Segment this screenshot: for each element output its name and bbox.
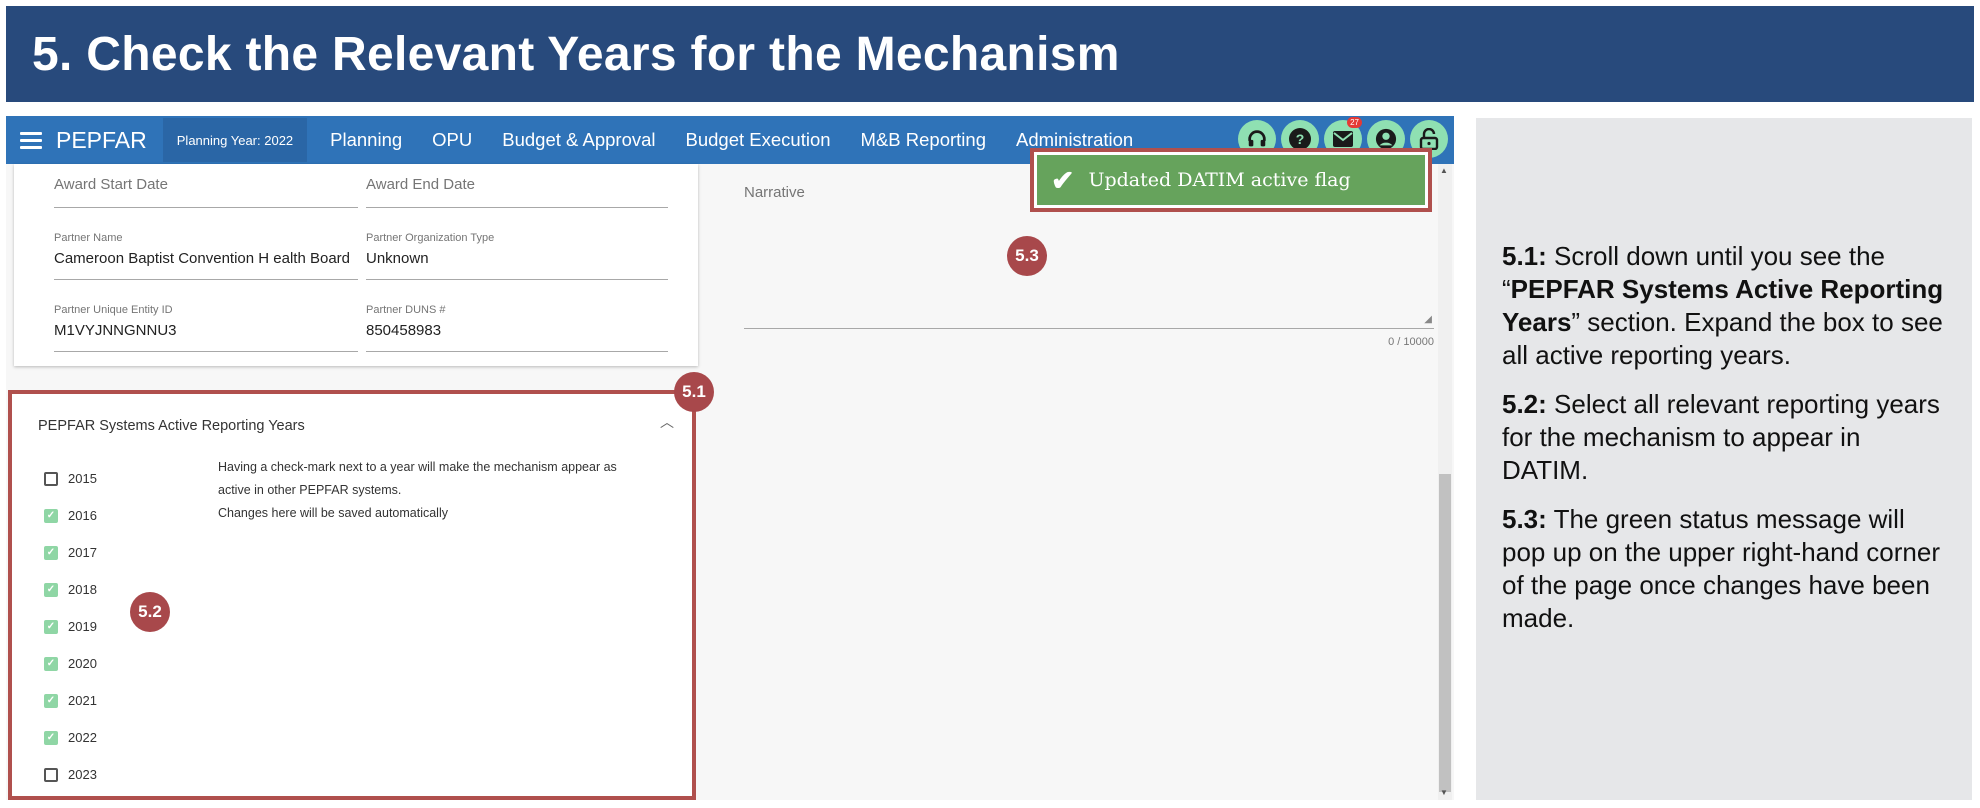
callout-marker-5-2: 5.2 xyxy=(130,592,170,632)
partner-org-type-field[interactable]: Partner Organization Type Unknown xyxy=(366,228,668,280)
nav-item-budget-execution[interactable]: Budget Execution xyxy=(671,129,846,151)
active-reporting-years-section: PEPFAR Systems Active Reporting Years ︿ … xyxy=(8,390,696,800)
instructions-panel: 5.1: Scroll down until you see the “PEPF… xyxy=(1476,118,1972,800)
narrative-label: Narrative xyxy=(744,184,805,201)
toast-message: Updated DATIM active flag xyxy=(1088,169,1351,191)
section-title[interactable]: PEPFAR Systems Active Reporting Years xyxy=(38,418,305,434)
nav-item-planning[interactable]: Planning xyxy=(315,129,417,151)
brand-logo[interactable]: PEPFAR xyxy=(56,127,147,154)
checkbox-checked-icon[interactable]: ✓ xyxy=(44,656,58,671)
nav-item-budget-approval[interactable]: Budget & Approval xyxy=(487,129,670,151)
checkbox-checked-icon[interactable]: ✓ xyxy=(44,545,58,560)
chevron-up-icon[interactable]: ︿ xyxy=(660,412,674,432)
checkbox-checked-icon[interactable]: ✓ xyxy=(44,619,58,634)
checkbox-checked-icon[interactable]: ✓ xyxy=(44,730,58,745)
scroll-up-icon[interactable]: ▲ xyxy=(1440,166,1448,175)
checkbox-icon[interactable] xyxy=(44,471,58,486)
narrative-underline xyxy=(744,328,1434,329)
checkbox-checked-icon[interactable]: ✓ xyxy=(44,508,58,523)
year-checkbox-2015[interactable]: 2015 xyxy=(44,460,97,497)
year-checkbox-2022[interactable]: ✓ 2022 xyxy=(44,719,97,756)
narrative-char-count: 0 / 10000 xyxy=(1388,336,1434,348)
partner-duns-value: 850458983 xyxy=(366,322,442,339)
year-checkbox-2019[interactable]: ✓ 2019 xyxy=(44,608,97,645)
instruction-step-3: 5.3: The green status message will pop u… xyxy=(1502,504,1940,633)
slide-banner: 5. Check the Relevant Years for the Mech… xyxy=(6,6,1974,102)
section-description: Having a check-mark next to a year will … xyxy=(218,460,617,520)
year-checkbox-2016[interactable]: ✓ 2016 xyxy=(44,497,97,534)
partner-name-field[interactable]: Partner Name Cameroon Baptist Convention… xyxy=(54,228,358,280)
year-checkbox-2023[interactable]: 2023 xyxy=(44,756,97,793)
callout-marker-5-3: 5.3 xyxy=(1007,236,1047,276)
checkbox-checked-icon[interactable]: ✓ xyxy=(44,582,58,597)
years-checkbox-list: 2015 ✓ 2016 ✓ 2017 ✓ 2018 ✓ 2019 ✓ 2020 ✓ 2021… xyxy=(44,460,97,793)
resize-handle-icon[interactable]: ◢ xyxy=(1424,314,1432,325)
instruction-step-2: 5.2: Select all relevant reporting years… xyxy=(1502,389,1940,485)
award-start-date-field[interactable]: Award Start Date xyxy=(54,168,358,208)
instruction-step-1: 5.1: Scroll down until you see the “PEPF… xyxy=(1502,241,1944,370)
nav-item-opu[interactable]: OPU xyxy=(417,129,487,151)
check-icon: ✔ xyxy=(1051,164,1075,196)
partner-org-type-value: Unknown xyxy=(366,250,429,267)
checkbox-checked-icon[interactable]: ✓ xyxy=(44,693,58,708)
award-start-date-label: Award Start Date xyxy=(54,176,168,193)
partner-org-type-label: Partner Organization Type xyxy=(366,232,495,244)
year-checkbox-2018[interactable]: ✓ 2018 xyxy=(44,571,97,608)
partner-uei-field[interactable]: Partner Unique Entity ID M1VYJNNGNNU3 xyxy=(54,300,358,352)
hamburger-menu-icon[interactable] xyxy=(20,131,42,149)
award-end-date-label: Award End Date xyxy=(366,176,475,193)
partner-duns-label: Partner DUNS # xyxy=(366,304,446,316)
status-toast: ✔ Updated DATIM active flag xyxy=(1030,148,1432,212)
scroll-down-icon[interactable]: ▼ xyxy=(1440,788,1448,797)
slide-title: 5. Check the Relevant Years for the Mech… xyxy=(32,27,1120,81)
partner-name-value: Cameroon Baptist Convention H ealth Boar… xyxy=(54,250,351,267)
partner-uei-label: Partner Unique Entity ID xyxy=(54,304,173,316)
award-end-date-field[interactable]: Award End Date xyxy=(366,168,668,208)
partner-name-label: Partner Name xyxy=(54,232,123,244)
nav-item-mb-reporting[interactable]: M&B Reporting xyxy=(846,129,1001,151)
year-checkbox-2017[interactable]: ✓ 2017 xyxy=(44,534,97,571)
year-checkbox-2021[interactable]: ✓ 2021 xyxy=(44,682,97,719)
year-checkbox-2020[interactable]: ✓ 2020 xyxy=(44,645,97,682)
partner-uei-value: M1VYJNNGNNU3 xyxy=(54,322,177,339)
mail-badge: 27 xyxy=(1347,117,1362,128)
scrollbar-thumb[interactable] xyxy=(1439,474,1451,792)
checkbox-icon[interactable] xyxy=(44,767,58,782)
callout-marker-5-1: 5.1 xyxy=(674,372,714,412)
mechanism-details-card: Award Start Date Award End Date Partner … xyxy=(14,164,698,366)
partner-duns-field[interactable]: Partner DUNS # 850458983 xyxy=(366,300,668,352)
planning-year-selector[interactable]: Planning Year: 2022 xyxy=(162,118,308,162)
